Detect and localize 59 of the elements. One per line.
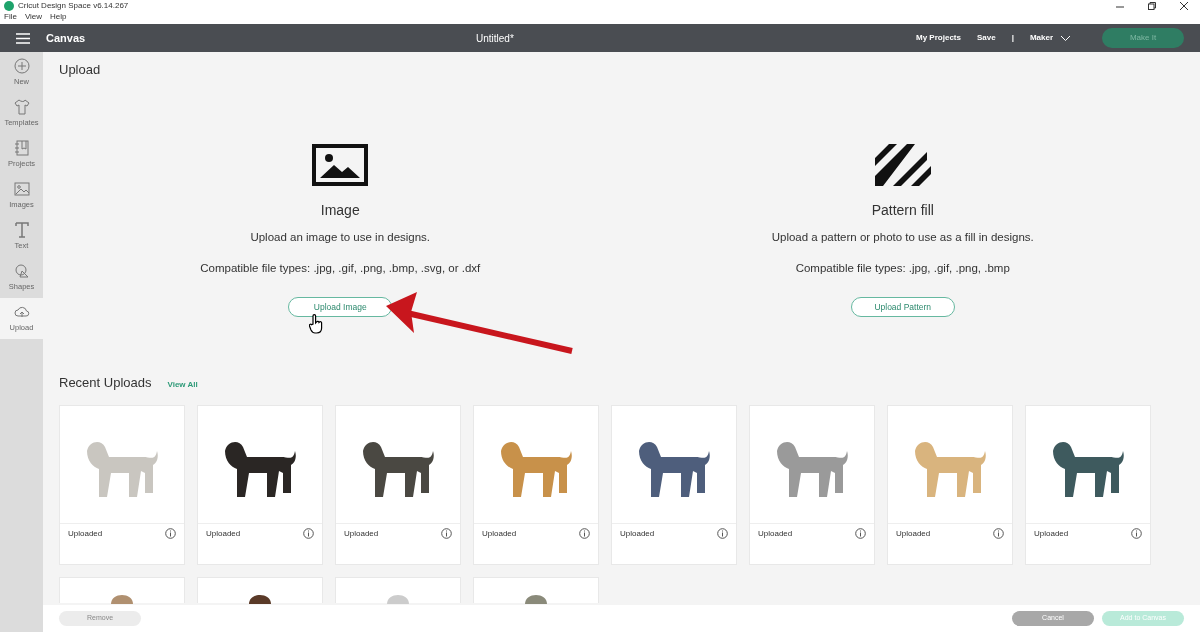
option-description: Upload a pattern or photo to use as a fill in designs. <box>771 229 1034 245</box>
upload-status: Uploaded <box>68 527 103 540</box>
option-title: Pattern fill <box>871 200 934 220</box>
upload-card[interactable]: Uploaded <box>335 404 461 565</box>
upload-card[interactable] <box>197 576 323 603</box>
image-icon <box>312 143 369 186</box>
menu-item[interactable]: File <box>4 11 17 23</box>
upload-card[interactable]: Uploaded <box>749 404 875 565</box>
image-icon <box>13 180 30 197</box>
upload-card[interactable]: Uploaded <box>887 404 1013 565</box>
shapes-icon <box>13 262 30 279</box>
upload-card[interactable]: Uploaded <box>197 404 323 565</box>
upload-status: Uploaded <box>344 527 379 540</box>
upload-card[interactable]: Uploaded <box>59 404 185 565</box>
machine-dropdown[interactable]: Maker <box>1029 32 1070 44</box>
info-icon[interactable] <box>1131 528 1142 539</box>
section-title: Recent Uploads <box>59 374 152 392</box>
letter-t-icon <box>13 221 30 238</box>
upload-status: Uploaded <box>206 527 241 540</box>
app-logo-icon <box>4 0 14 11</box>
upload-status: Uploaded <box>1034 527 1069 540</box>
document-title: Untitled* <box>476 31 514 46</box>
shirt-icon <box>13 98 30 115</box>
option-description: Upload an image to use in designs. <box>250 229 431 245</box>
header-link[interactable]: My Projects <box>916 32 961 44</box>
page-title: Upload <box>59 61 102 79</box>
info-icon[interactable] <box>303 528 314 539</box>
upload-card[interactable]: Uploaded <box>473 404 599 565</box>
window-title: Cricut Design Space v6.14.267 <box>18 0 129 12</box>
menu-item[interactable]: Help <box>50 11 67 23</box>
upload-status: Uploaded <box>620 527 655 540</box>
stripes-icon <box>874 143 931 186</box>
restore-icon[interactable] <box>1148 1 1156 10</box>
info-icon[interactable] <box>717 528 728 539</box>
file-types-text: Compatible file types: .jpg, .gif, .png, .bmp, .svg, or .dxf <box>200 260 481 276</box>
menu-icon[interactable] <box>16 32 30 44</box>
close-icon[interactable] <box>1180 1 1188 10</box>
upload-button[interactable]: Upload Image <box>288 297 393 317</box>
info-icon[interactable] <box>579 528 590 539</box>
info-icon[interactable] <box>165 528 176 539</box>
info-icon[interactable] <box>441 528 452 539</box>
upload-card[interactable]: Uploaded <box>611 404 737 565</box>
option-title: Image <box>320 200 360 220</box>
upload-card[interactable]: Uploaded <box>1025 404 1151 565</box>
info-icon[interactable] <box>993 528 1004 539</box>
upload-status: Uploaded <box>896 527 931 540</box>
caret-icon <box>1061 35 1070 41</box>
menu-item[interactable]: View <box>24 11 43 23</box>
upload-status: Uploaded <box>758 527 793 540</box>
notebook-icon <box>13 139 30 156</box>
hand-cursor-icon <box>309 314 323 334</box>
header-title: Canvas <box>46 30 87 46</box>
info-icon[interactable] <box>855 528 866 539</box>
file-types-text: Compatible file types: .jpg, .gif, .png, .bmp <box>795 260 1010 276</box>
plus-icon <box>13 57 30 74</box>
header-link[interactable]: Save <box>976 32 996 44</box>
upload-status: Uploaded <box>482 527 517 540</box>
upload-button[interactable]: Upload Pattern <box>850 297 955 317</box>
separator: | <box>1011 32 1014 44</box>
